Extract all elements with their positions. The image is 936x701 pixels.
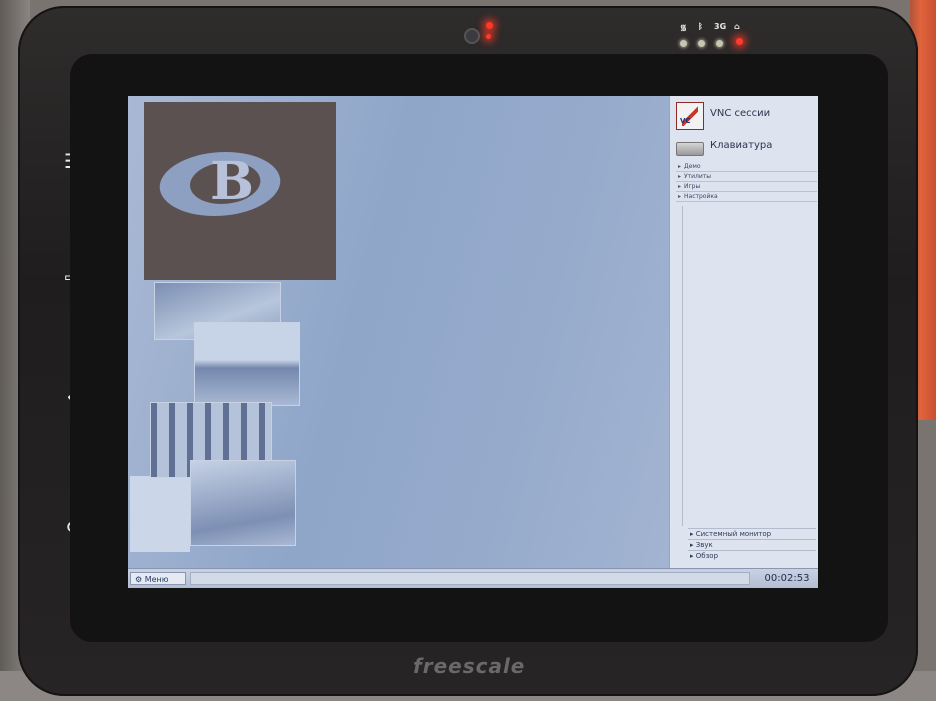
desktop-screen: B VNC сессии Клавиатура ▸Демо ▸Утилиты ▸… (128, 96, 818, 588)
menu-item-demo[interactable]: ▸ Демо (676, 162, 817, 172)
wifi-icon: ᯾ (680, 23, 687, 32)
wifi-led (680, 40, 687, 47)
wallpaper-photo-airship (190, 460, 296, 546)
menu-item-games[interactable]: ▸ Игры (676, 182, 817, 192)
menu-item-label: Настройка (684, 193, 718, 200)
vnc-icon (676, 102, 704, 130)
wallpaper-photo (130, 476, 190, 552)
sys-item-overview[interactable]: ▸ Обзор (688, 550, 816, 561)
keyboard-icon (676, 142, 704, 156)
launcher-label: Клавиатура (710, 140, 773, 151)
bluetooth-icon: ᛒ (698, 22, 703, 31)
brand-logo: freescale (413, 654, 573, 684)
brand-text: freescale (413, 654, 526, 678)
panel-frame (682, 206, 810, 526)
side-panel: VNC сессии Клавиатура ▸Демо ▸Утилиты ▸Иг… (669, 96, 818, 568)
menu-gear-icon: ⚙ (135, 575, 145, 584)
vnc-sessions-launcher[interactable]: VNC сессии (676, 102, 816, 130)
start-menu-label: Меню (144, 575, 169, 584)
3g-indicator: 3G (714, 22, 727, 31)
logo-letter-icon: B (210, 151, 254, 212)
wallpaper-logo: B (144, 102, 336, 280)
launcher-label: VNC сессии (710, 108, 771, 119)
bluetooth-led (698, 40, 705, 47)
wallpaper-photo-ship (194, 322, 300, 406)
sys-item-label: Звук (695, 541, 713, 549)
battery-icon: ⌂ (734, 22, 740, 31)
keyboard-launcher[interactable]: Клавиатура (676, 134, 816, 162)
menu-item-label: Игры (684, 183, 701, 190)
menu-item-settings[interactable]: ▸ Настройка (676, 192, 817, 202)
camera-icon (464, 28, 480, 44)
sys-item-monitor[interactable]: ▸ Системный монитор (688, 528, 816, 539)
clock: 00:02:53 (764, 573, 810, 584)
sys-item-label: Системный монитор (695, 530, 772, 538)
menu-item-label: Демо (684, 163, 701, 170)
power-led (486, 22, 493, 29)
sys-item-sound[interactable]: ▸ Звук (688, 539, 816, 550)
menu-item-utilities[interactable]: ▸ Утилиты (676, 172, 817, 182)
menu-item-label: Утилиты (684, 173, 712, 180)
camera-led (486, 34, 491, 39)
battery-led (736, 38, 743, 45)
system-list: ▸ Системный монитор ▸ Звук ▸ Обзор (688, 528, 816, 561)
taskbar: ⚙ Меню 00:02:53 (128, 568, 818, 588)
task-list[interactable] (190, 572, 750, 585)
app-menu-list: ▸ Демо ▸ Утилиты ▸ Игры ▸ Настройка (676, 162, 817, 202)
start-menu-button[interactable]: ⚙ Меню (130, 572, 186, 585)
sys-item-label: Обзор (695, 552, 719, 560)
3g-led (716, 40, 723, 47)
